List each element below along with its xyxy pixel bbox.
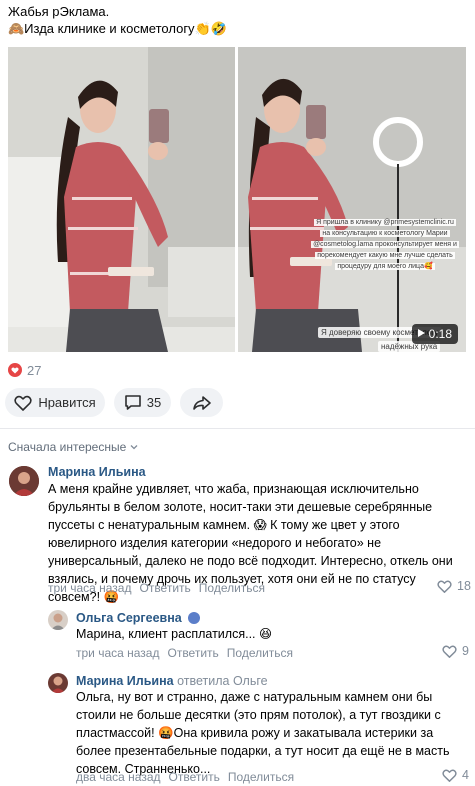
reply-link[interactable]: Ответить xyxy=(139,581,190,595)
comment-text: Ольга, ну вот и странно, даже с натураль… xyxy=(76,688,468,778)
reply-link[interactable]: Ответить xyxy=(167,646,218,660)
overlay-line: процедуру для моего лица🥰 xyxy=(335,263,435,270)
comment-author[interactable]: Ольга Сергеевна xyxy=(76,611,201,625)
reactions-summary[interactable]: 27 xyxy=(8,362,41,378)
video-right[interactable]: Я пришла в клинику @primesystemclinic.ru… xyxy=(238,47,466,352)
avatar[interactable] xyxy=(48,673,68,693)
share-icon xyxy=(192,395,211,410)
comments-sort-dropdown[interactable]: Сначала интересные xyxy=(8,440,138,454)
sort-label: Сначала интересные xyxy=(8,440,127,454)
comment-text: Марина, клиент расплатился... 😆 xyxy=(76,625,466,643)
heart-icon xyxy=(437,580,452,593)
video-overlay-text: Я пришла в клинику @primesystemclinic.ru… xyxy=(310,217,460,272)
author-emoji-icon xyxy=(188,612,201,624)
post-media: Я пришла в клинику @primesystemclinic.ru… xyxy=(8,47,466,352)
chevron-down-icon xyxy=(130,445,138,450)
comment-like-count: 9 xyxy=(462,644,469,658)
video-right-illustration xyxy=(238,47,466,352)
avatar[interactable] xyxy=(9,466,39,496)
comment-author-name: Ольга Сергеевна xyxy=(76,611,182,625)
like-label: Нравится xyxy=(38,395,96,410)
heart-reaction-icon xyxy=(8,363,22,377)
comment-count: 35 xyxy=(146,395,162,410)
share-link[interactable]: Поделиться xyxy=(228,770,294,784)
comment-meta: два часа назад Ответить Поделиться xyxy=(76,770,302,784)
reply-link[interactable]: Ответить xyxy=(169,770,220,784)
video-duration-badge[interactable]: 0:18 xyxy=(411,324,458,344)
post-title: Жабья рЭклама. xyxy=(8,4,110,19)
comment-button[interactable]: 35 xyxy=(114,388,171,417)
avatar-image xyxy=(48,610,68,630)
overlay-line: @cosmetolog.lama проконсультирует меня и xyxy=(311,241,459,248)
heart-icon xyxy=(442,645,457,658)
comment-author[interactable]: Марина Ильина xyxy=(48,465,146,479)
avatar-image xyxy=(9,466,39,496)
comment-body: Марина, клиент расплатился... 😆 xyxy=(76,627,273,641)
share-link[interactable]: Поделиться xyxy=(227,646,293,660)
comment-author-name: Марина Ильина xyxy=(76,674,174,688)
comment-like-button[interactable]: 4 xyxy=(442,768,469,782)
comment-time[interactable]: три часа назад xyxy=(48,581,131,595)
comment-like-button[interactable]: 18 xyxy=(437,579,471,593)
overlay-line: на консультацию к косметологу Марии xyxy=(320,230,450,237)
replied-to-label[interactable]: ответила Ольге xyxy=(177,674,268,688)
comment-like-count: 4 xyxy=(462,768,469,782)
post-header: Жабья рЭклама. 🙈Изда клинике и косметоло… xyxy=(8,3,467,37)
photo-left-illustration xyxy=(8,47,235,352)
overlay-line: порекомендует какую мне лучше сделать xyxy=(315,252,455,259)
comment-time[interactable]: три часа назад xyxy=(76,646,159,660)
heart-icon xyxy=(14,395,32,411)
comment-meta: три часа назад Ответить Поделиться xyxy=(76,646,301,660)
comment-meta: три часа назад Ответить Поделиться xyxy=(48,581,273,595)
comment-author[interactable]: Марина Ильина ответила Ольге xyxy=(76,674,268,688)
comment-time[interactable]: два часа назад xyxy=(76,770,161,784)
comment-like-count: 18 xyxy=(457,579,471,593)
comment-body: Ольга, ну вот и странно, даже с натураль… xyxy=(76,690,450,776)
comment-like-button[interactable]: 9 xyxy=(442,644,469,658)
heart-icon xyxy=(442,769,457,782)
comment-icon xyxy=(124,395,141,410)
video-duration: 0:18 xyxy=(428,327,452,341)
reactions-count: 27 xyxy=(27,362,42,378)
post-subtitle: 🙈Изда клинике и косметологу👏🤣 xyxy=(8,21,227,36)
share-button[interactable] xyxy=(180,388,223,417)
divider xyxy=(0,428,475,429)
like-button[interactable]: Нравится xyxy=(5,388,105,417)
photo-left[interactable] xyxy=(8,47,235,352)
share-link[interactable]: Поделиться xyxy=(199,581,265,595)
avatar[interactable] xyxy=(48,610,68,630)
avatar-image xyxy=(48,673,68,693)
play-icon xyxy=(417,329,425,337)
overlay-line: Я пришла в клинику @primesystemclinic.ru xyxy=(314,219,456,226)
